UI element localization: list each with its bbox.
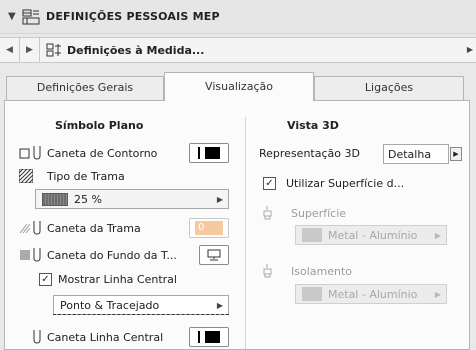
representation-row: Representação 3D — [259, 147, 360, 160]
hatch-type-row: Tipo de Trama — [19, 169, 125, 183]
use-surface-row[interactable]: ✓ Utilizar Superfície d... — [263, 177, 404, 190]
insulation-row: Isolamento — [261, 263, 352, 279]
insulation-label: Isolamento — [291, 264, 352, 278]
custom-settings-label: Definições à Medida... — [67, 43, 205, 57]
contour-pen-button[interactable] — [189, 143, 229, 163]
settings-panel-icon — [22, 9, 40, 25]
centerline-pen-icon — [33, 330, 41, 344]
view-3d-title: Vista 3D — [287, 119, 339, 132]
hatch-pattern-icon — [42, 192, 68, 206]
triangle-right-icon: ▶ — [434, 231, 441, 240]
triangle-right-icon: ▶ — [216, 195, 223, 204]
surface-label: Superfície — [291, 206, 347, 220]
contour-pen-row: Caneta de Contorno — [19, 145, 157, 161]
triangle-right-icon[interactable]: ▶ — [467, 45, 473, 54]
custom-settings-icon — [46, 43, 61, 57]
visualization-panel: Símbolo Plano Caneta de Contorno Tipo de… — [4, 100, 470, 350]
panel-header[interactable]: ▼ DEFINIÇÕES PESSOAIS MEP — [0, 0, 476, 34]
contour-pen-label: Caneta de Contorno — [47, 146, 158, 160]
insulation-dropdown[interactable]: Metal - Alumínio ▶ — [295, 284, 447, 304]
paint-bucket-icon — [263, 264, 272, 278]
surface-value: Metal - Alumínio — [328, 228, 418, 242]
representation-dropdown[interactable]: Detalha ▶ — [383, 144, 462, 164]
centerline-pen-button[interactable] — [189, 327, 229, 347]
next-button[interactable]: ▶ — [20, 38, 40, 62]
paint-bucket-icon — [263, 206, 272, 220]
hatch-type-label: Tipo de Trama — [47, 169, 125, 183]
line-type-dropdown[interactable]: Ponto & Tracejado ▶ — [53, 295, 229, 315]
insulation-value: Metal - Alumínio — [328, 287, 418, 301]
tab-bar: Definições Gerais Visualização Ligações — [0, 70, 476, 101]
panel-title: DEFINIÇÕES PESSOAIS MEP — [46, 10, 220, 23]
surface-dropdown[interactable]: Metal - Alumínio ▶ — [295, 225, 447, 245]
line-type-preview — [53, 314, 229, 317]
hatch-icon — [19, 169, 33, 183]
triangle-right-icon[interactable]: ▶ — [450, 147, 462, 161]
show-centerline-row[interactable]: ✓ Mostrar Linha Central — [39, 273, 177, 286]
hatch-pen-row: Caneta da Trama — [19, 220, 141, 236]
use-surface-label: Utilizar Superfície d... — [286, 177, 405, 190]
surface-row: Superfície — [261, 205, 346, 221]
show-centerline-checkbox[interactable]: ✓ — [39, 273, 52, 286]
background-pen-label: Caneta do Fundo da T... — [47, 248, 177, 262]
line-type-value: Ponto & Tracejado — [60, 298, 160, 312]
hatch-pen-label: Caneta da Trama — [47, 221, 141, 235]
background-pen-icon — [20, 248, 41, 262]
plan-symbol-title: Símbolo Plano — [55, 119, 144, 132]
background-pen-row: Caneta do Fundo da T... — [19, 247, 177, 263]
custom-settings-selector[interactable]: Definições à Medida... — [46, 43, 204, 57]
hatch-pen-icon — [19, 221, 41, 235]
show-centerline-label: Mostrar Linha Central — [58, 273, 177, 286]
column-divider — [245, 117, 246, 349]
monitor-icon — [207, 249, 221, 261]
hatch-type-value: 25 % — [74, 192, 102, 206]
settings-navigator: ◀ ▶ Definições à Medida... ▶ — [0, 37, 476, 63]
pen-color-swatch — [198, 331, 220, 343]
centerline-pen-label: Caneta Linha Central — [47, 330, 164, 344]
tab-connections[interactable]: Ligações — [314, 76, 464, 100]
background-pen-button[interactable] — [199, 245, 229, 265]
contour-pen-icon — [19, 146, 41, 160]
hatch-type-dropdown[interactable]: 25 % ▶ — [35, 189, 229, 209]
pen-color-swatch — [198, 147, 220, 159]
triangle-right-icon: ▶ — [434, 290, 441, 299]
hatch-pen-button[interactable]: 0 — [189, 218, 229, 238]
chevron-down-icon[interactable]: ▼ — [8, 11, 22, 22]
triangle-right-icon: ▶ — [216, 301, 223, 310]
triangle-right-icon: ▶ — [26, 45, 33, 55]
material-swatch — [302, 287, 322, 301]
prev-button[interactable]: ◀ — [0, 38, 20, 62]
triangle-left-icon: ◀ — [6, 45, 13, 55]
tab-visualization[interactable]: Visualização — [164, 72, 314, 101]
centerline-pen-row: Caneta Linha Central — [19, 329, 163, 345]
hatch-pen-swatch: 0 — [195, 221, 223, 235]
tab-general-settings[interactable]: Definições Gerais — [6, 76, 164, 100]
representation-value: Detalha — [388, 147, 432, 161]
representation-label: Representação 3D — [259, 147, 360, 160]
use-surface-checkbox[interactable]: ✓ — [263, 177, 276, 190]
material-swatch — [302, 228, 322, 242]
